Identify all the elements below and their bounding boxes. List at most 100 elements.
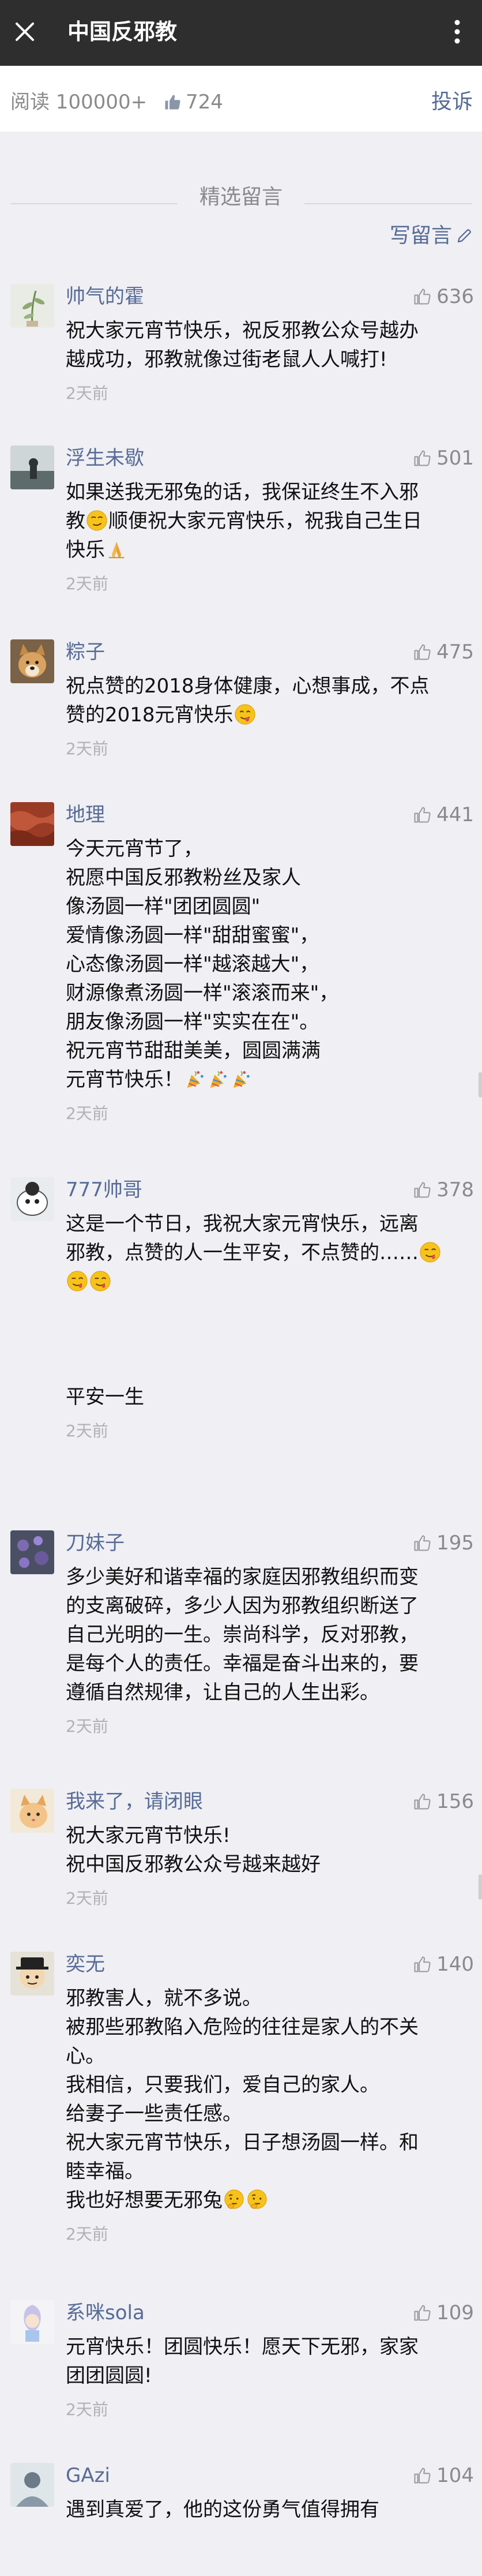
comment-nickname[interactable]: 奕无 bbox=[66, 1952, 105, 1977]
comment-line: 这是一个节日，我祝大家元宵快乐，远离 bbox=[66, 1212, 419, 1235]
comment-like-button[interactable]: 636 bbox=[413, 284, 474, 309]
comment-time: 2天前 bbox=[66, 1421, 108, 1440]
comment-line: 被那些邪教陷入危险的往往是家人的不关 bbox=[66, 2016, 419, 2039]
avatar[interactable] bbox=[10, 445, 54, 489]
write-comment-label: 写留言 bbox=[389, 224, 452, 248]
top-bar: 中国反邪教 bbox=[0, 0, 482, 66]
comment-line: 是每个人的责任。幸福是奋斗出来的，要 bbox=[66, 1652, 419, 1675]
comment-nickname[interactable]: 系咪sola bbox=[66, 2300, 145, 2326]
comment-line: 祝大家元宵节快乐! bbox=[66, 1824, 231, 1847]
comment-line: 赞的2018元宵快乐 bbox=[66, 703, 234, 727]
comment-nickname[interactable]: GAzi bbox=[66, 2463, 110, 2488]
comment-line: 遇到真爱了，他的这份勇气值得拥有 bbox=[66, 2498, 379, 2521]
comment-like-button[interactable]: 140 bbox=[413, 1952, 474, 1977]
comment-like-button[interactable]: 441 bbox=[413, 802, 474, 828]
comment-line: 顺便祝大家元宵快乐，祝我自己生日 bbox=[108, 510, 422, 533]
wink-emoji-icon bbox=[419, 1241, 441, 1263]
avatar[interactable] bbox=[10, 1789, 54, 1833]
party-popper-icon bbox=[207, 1068, 229, 1090]
smirk-emoji-icon bbox=[86, 510, 108, 531]
thumbs-up-icon bbox=[414, 1182, 431, 1198]
party-popper-icon bbox=[184, 1068, 206, 1090]
comment-line: 团团圆圆! bbox=[66, 2364, 152, 2387]
comment-line: 祝大家元宵节快乐，祝反邪教公众号越办 bbox=[66, 319, 419, 342]
comment-nickname[interactable]: 我来了，请闭眼 bbox=[66, 1789, 203, 1814]
comment-line: 遵循自然规律，让自己的人生出彩。 bbox=[66, 1681, 379, 1704]
comment-nickname[interactable]: 刀妹子 bbox=[66, 1530, 125, 1556]
comment-line: 教 bbox=[66, 510, 85, 533]
comment-line: 平安一生 bbox=[66, 1386, 144, 1409]
article-like-button[interactable]: 724 bbox=[164, 89, 223, 115]
comment-like-button[interactable]: 104 bbox=[413, 2463, 474, 2488]
thumbs-up-icon bbox=[414, 807, 431, 823]
comment-like-button[interactable]: 475 bbox=[413, 639, 474, 665]
comment-like-count: 109 bbox=[436, 2301, 474, 2324]
comment-content: 祝大家元宵节快乐，祝反邪教公众号越办 越成功，邪教就像过街老鼠人人喊打! bbox=[66, 316, 469, 374]
comment-like-button[interactable]: 156 bbox=[413, 1789, 474, 1814]
scrollbar-thumb[interactable] bbox=[479, 1072, 482, 1098]
comment-line: 爱情像汤圆一样"甜甜蜜蜜"， bbox=[66, 924, 319, 947]
avatar[interactable] bbox=[10, 1530, 54, 1574]
comment-like-count: 104 bbox=[436, 2464, 474, 2487]
comment-line: 多少美好和谐幸福的家庭因邪教组织而变 bbox=[66, 1566, 419, 1589]
comment-like-button[interactable]: 501 bbox=[413, 445, 474, 471]
comment-nickname[interactable]: 浮生未歇 bbox=[66, 445, 144, 471]
comment-line: 我也好想要无邪兔 bbox=[66, 2189, 223, 2212]
party-popper-icon bbox=[230, 1068, 252, 1090]
divider-right bbox=[304, 203, 472, 204]
comment-line: 财源像煮汤圆一样"滚滚而来"， bbox=[66, 982, 339, 1005]
thumbs-up-icon bbox=[414, 2305, 431, 2321]
comment-nickname[interactable]: 帅气的霍 bbox=[66, 284, 144, 309]
avatar[interactable] bbox=[10, 2300, 54, 2344]
avatar[interactable] bbox=[10, 639, 54, 683]
comment-line: 元宵节快乐！ bbox=[66, 1068, 183, 1091]
comment-content: 遇到真爱了，他的这份勇气值得拥有 bbox=[66, 2495, 469, 2524]
featured-comments-title: 精选留言 bbox=[199, 185, 283, 209]
scrollbar-thumb[interactable] bbox=[479, 1874, 482, 1900]
article-stats-bar: 阅读 100000+ 724 投诉 bbox=[0, 66, 482, 132]
comment-content: 今天元宵节了， 祝愿中国反邪教粉丝及家人 像汤圆一样"团团圆圆" 爱情像汤圆一样… bbox=[66, 834, 469, 1094]
thinking-emoji-icon bbox=[223, 2189, 245, 2211]
thumbs-up-icon bbox=[414, 289, 431, 305]
comment-time: 2天前 bbox=[66, 2225, 108, 2244]
comment-like-button[interactable]: 378 bbox=[413, 1177, 474, 1203]
avatar[interactable] bbox=[10, 802, 54, 846]
comment-line: 祝愿中国反邪教粉丝及家人 bbox=[66, 866, 301, 889]
avatar[interactable] bbox=[10, 1952, 54, 1995]
more-button[interactable] bbox=[440, 15, 474, 48]
thumbs-up-icon bbox=[414, 1956, 431, 1972]
comment-line: 祝元宵节甜甜美美，圆圆满满 bbox=[66, 1039, 321, 1062]
thinking-emoji-icon bbox=[246, 2189, 268, 2211]
comment-time: 2天前 bbox=[66, 1104, 108, 1123]
thumbs-up-icon bbox=[414, 1794, 431, 1810]
close-icon bbox=[16, 23, 34, 41]
comment-line: 邪教，点赞的人一生平安，不点赞的…… bbox=[66, 1241, 419, 1264]
thumbs-up-icon bbox=[414, 1535, 431, 1551]
comment-time: 2天前 bbox=[66, 1717, 108, 1736]
comment-content: 元宵快乐！团圆快乐！愿天下无邪，家家 团团圆圆! bbox=[66, 2332, 469, 2390]
report-link[interactable]: 投诉 bbox=[431, 89, 473, 115]
comment-line: 祝点赞的2018身体健康，心想事成，不点 bbox=[66, 675, 430, 698]
pencil-icon bbox=[457, 229, 471, 243]
avatar[interactable] bbox=[10, 284, 54, 328]
comment-like-count: 156 bbox=[436, 1790, 474, 1813]
comment-like-count: 378 bbox=[436, 1178, 474, 1201]
write-comment-button[interactable]: 写留言 bbox=[390, 223, 473, 249]
wink-emoji-icon bbox=[66, 1270, 88, 1292]
comment-line: 的支离破碎，多少人因为邪教组织断送了 bbox=[66, 1594, 419, 1618]
comment-line: 心态像汤圆一样"越滚越大"， bbox=[66, 953, 319, 976]
comment-nickname[interactable]: 777帅哥 bbox=[66, 1177, 142, 1203]
comment-nickname[interactable]: 地理 bbox=[66, 802, 105, 828]
comment-time: 2天前 bbox=[66, 2400, 108, 2419]
comment-like-button[interactable]: 195 bbox=[413, 1530, 474, 1556]
avatar[interactable] bbox=[10, 1177, 54, 1221]
comment-line: 快乐 bbox=[66, 538, 105, 561]
more-vertical-icon bbox=[454, 20, 460, 44]
close-button[interactable] bbox=[8, 15, 42, 48]
comment-line: 今天元宵节了， bbox=[66, 837, 203, 860]
comment-time: 2天前 bbox=[66, 384, 108, 403]
comment-time: 2天前 bbox=[66, 739, 108, 758]
comment-like-button[interactable]: 109 bbox=[413, 2300, 474, 2326]
comment-nickname[interactable]: 粽子 bbox=[66, 639, 105, 665]
avatar[interactable] bbox=[10, 2463, 54, 2507]
